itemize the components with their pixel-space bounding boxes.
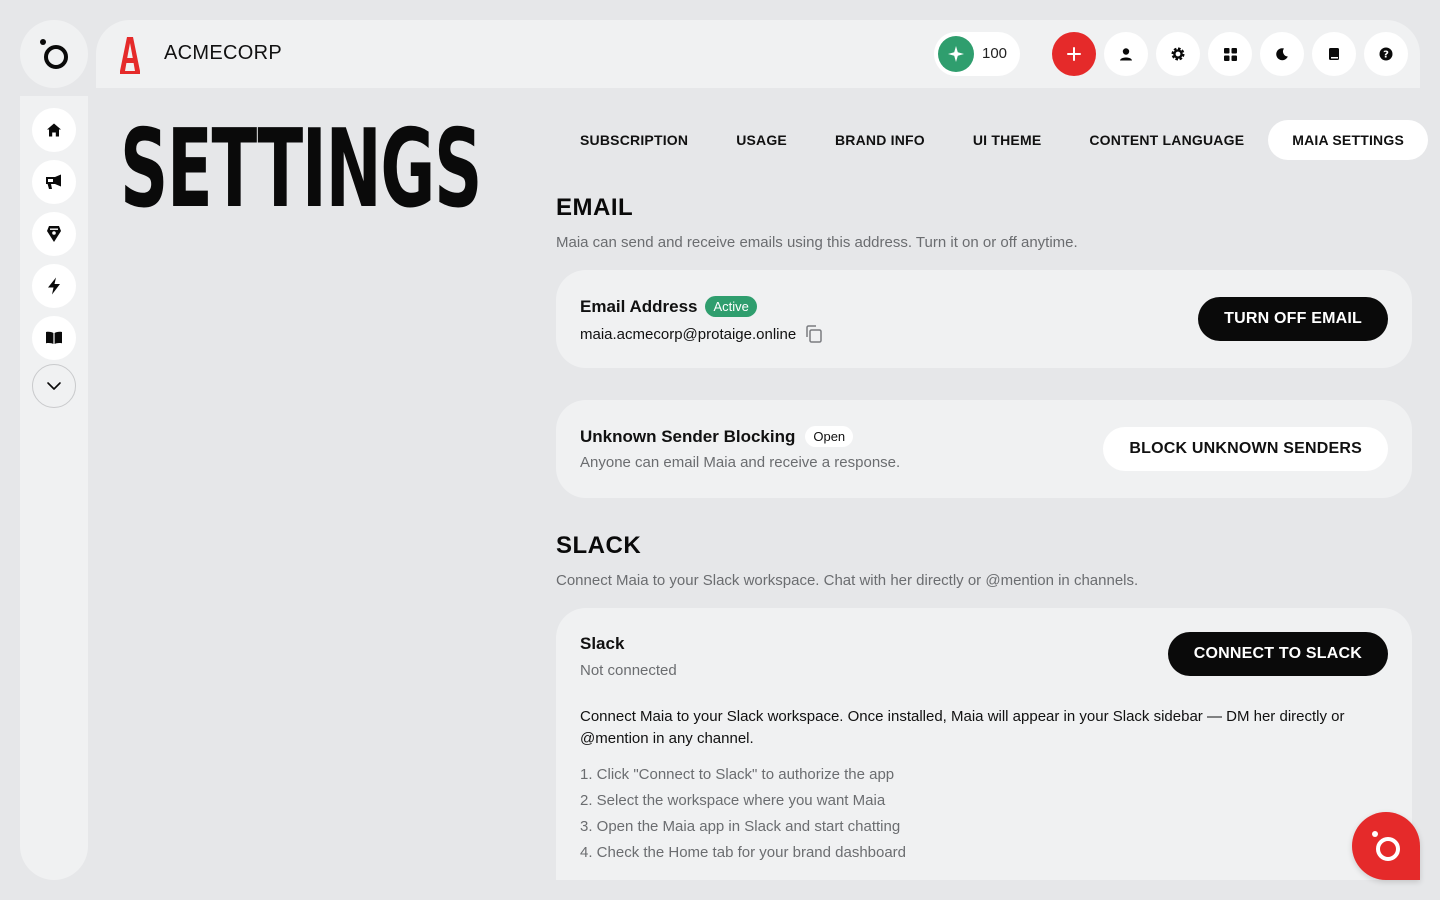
block-unknown-senders-button[interactable]: BLOCK UNKNOWN SENDERS (1103, 427, 1388, 471)
svg-text:?: ? (1383, 50, 1389, 61)
unknown-sender-label-row: Unknown Sender Blocking Open (580, 426, 854, 447)
slack-section-description: Connect Maia to your Slack workspace. Ch… (556, 572, 1139, 589)
plus-icon (1067, 47, 1081, 61)
tab-ui-theme[interactable]: UI THEME (949, 120, 1066, 160)
apps-button[interactable] (1208, 32, 1252, 76)
tab-content-language[interactable]: CONTENT LANGUAGE (1065, 120, 1268, 160)
assistant-chat-button[interactable] (1352, 812, 1420, 880)
settings-button[interactable] (1156, 32, 1200, 76)
tab-subscription[interactable]: SUBSCRIPTION (556, 120, 712, 160)
settings-tabs: SUBSCRIPTION USAGE BRAND INFO UI THEME C… (556, 120, 1428, 160)
list-item: 3. Open the Maia app in Slack and start … (580, 818, 901, 835)
page-title: SETTINGS (120, 107, 482, 232)
brand-name: ACMECORP (164, 42, 282, 64)
unknown-sender-label: Unknown Sender Blocking (580, 427, 796, 446)
left-sidebar (20, 96, 88, 880)
home-icon (47, 123, 61, 137)
email-section-title: EMAIL (556, 194, 634, 221)
sparkle-icon (938, 36, 974, 72)
slack-instructions: Connect Maia to your Slack workspace. On… (580, 708, 1345, 747)
sidebar-expand-button[interactable] (32, 364, 76, 408)
tab-brand-info[interactable]: BRAND INFO (811, 120, 949, 160)
unknown-sender-card: Unknown Sender Blocking Open Anyone can e… (556, 400, 1412, 498)
open-book-icon (46, 331, 62, 344)
list-item: 1. Click "Connect to Slack" to authorize… (580, 766, 895, 783)
book-icon (1329, 48, 1339, 60)
gear-icon (1171, 47, 1185, 61)
email-section-description: Maia can send and receive emails using t… (556, 234, 1078, 251)
list-item: 4. Check the Home tab for your brand das… (580, 844, 907, 861)
copy-icon[interactable] (804, 324, 824, 344)
protaige-logo-icon (1372, 831, 1400, 861)
pen-nib-icon (47, 226, 61, 242)
sidebar-item-content[interactable] (32, 212, 76, 256)
megaphone-icon (46, 174, 61, 189)
tab-usage[interactable]: USAGE (712, 120, 811, 160)
credits-badge[interactable]: 100 (934, 32, 1020, 76)
email-address-label-row: Email Address Active (580, 296, 757, 317)
sidebar-item-campaigns[interactable] (32, 160, 76, 204)
dark-mode-button[interactable] (1260, 32, 1304, 76)
user-icon (1120, 48, 1132, 61)
list-item: 2. Select the workspace where you want M… (580, 792, 886, 809)
top-bar: ACMECORP 100 ? (96, 20, 1420, 88)
sidebar-item-home[interactable] (32, 108, 76, 152)
slack-steps-list: 1. Click "Connect to Slack" to authorize… (580, 762, 906, 866)
slack-card-label: Slack (580, 634, 625, 653)
open-badge: Open (805, 426, 854, 447)
protaige-logo-icon (40, 39, 68, 69)
tab-maia-settings[interactable]: MAIA SETTINGS (1268, 120, 1428, 160)
app-logo[interactable] (20, 20, 88, 88)
moon-icon (1276, 48, 1288, 61)
chevron-down-icon (47, 382, 61, 390)
create-button[interactable] (1052, 32, 1096, 76)
slack-connection-status: Not connected (580, 662, 677, 679)
brand-logo[interactable] (118, 33, 142, 80)
credits-count: 100 (982, 45, 1008, 62)
email-address-value: maia.acmecorp@protaige.online (580, 325, 797, 343)
lightning-icon (48, 277, 60, 295)
grid-icon (1223, 47, 1237, 61)
sidebar-item-automations[interactable] (32, 264, 76, 308)
help-button[interactable]: ? (1364, 32, 1408, 76)
slack-card: Slack Not connected CONNECT TO SLACK Con… (556, 608, 1412, 880)
connect-to-slack-button[interactable]: CONNECT TO SLACK (1167, 632, 1388, 676)
docs-button[interactable] (1312, 32, 1356, 76)
email-address-label: Email Address (580, 297, 698, 316)
help-icon: ? (1379, 47, 1393, 61)
profile-button[interactable] (1104, 32, 1148, 76)
unknown-sender-description: Anyone can email Maia and receive a resp… (580, 454, 901, 471)
turn-off-email-button[interactable]: TURN OFF EMAIL (1198, 297, 1388, 341)
brand-a-logo-icon (120, 37, 140, 74)
email-address-card: Email Address Active maia.acmecorp@protai… (556, 270, 1412, 368)
email-address-row: maia.acmecorp@protaige.online (580, 324, 824, 344)
status-badge: Active (705, 296, 757, 317)
sidebar-item-library[interactable] (32, 316, 76, 360)
slack-section-title: SLACK (556, 532, 642, 559)
